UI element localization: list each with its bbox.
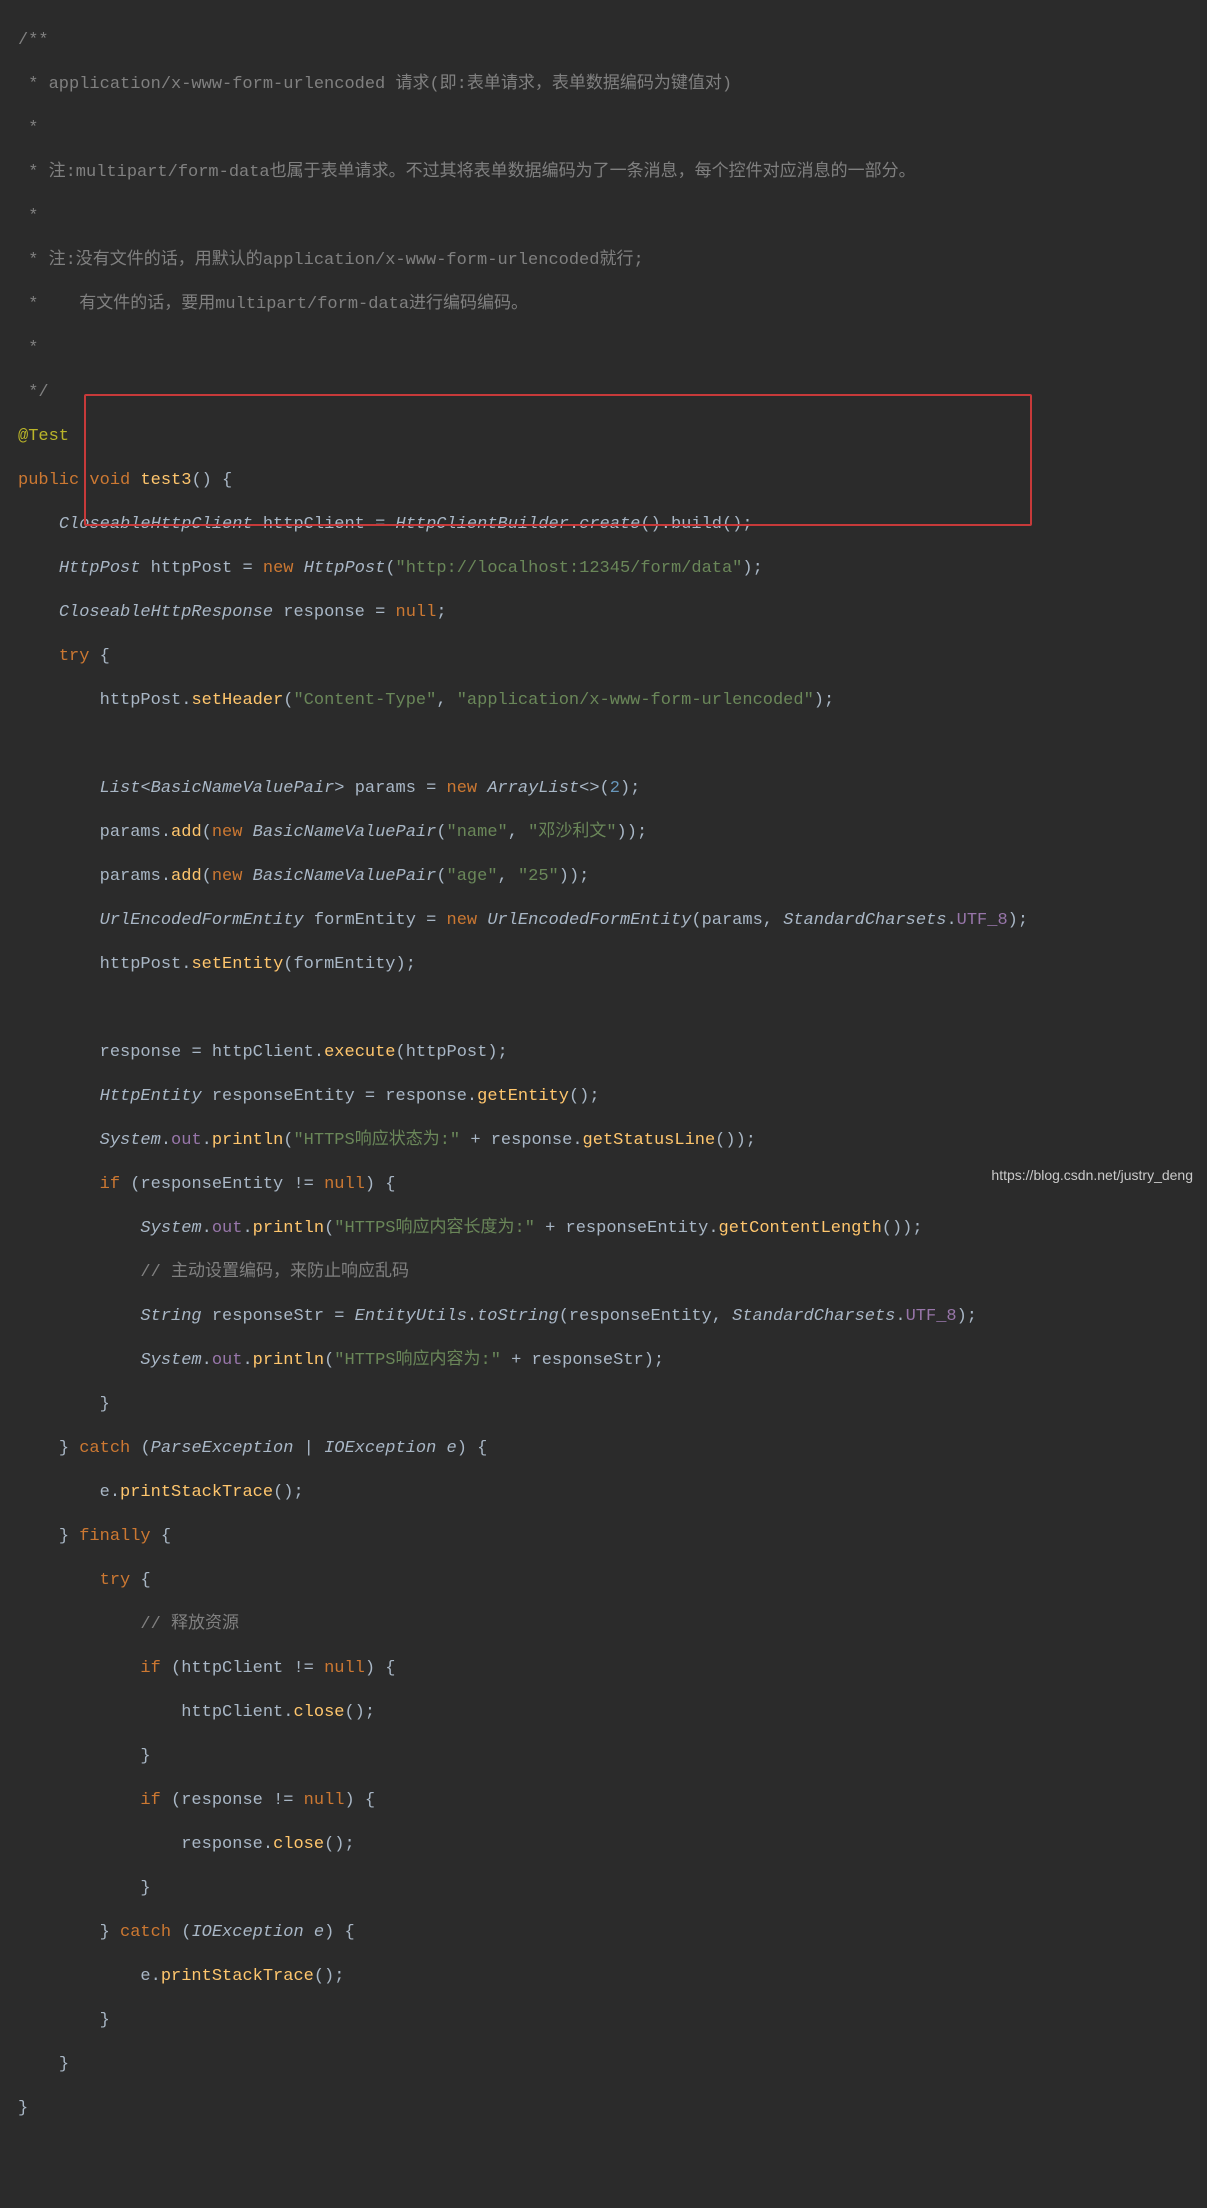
comment-line: * 注:没有文件的话，用默认的application/x-www-form-ur… [18, 250, 1207, 272]
watermark: https://blog.csdn.net/justry_deng [991, 1164, 1193, 1186]
code-editor: /** * application/x-www-form-urlencoded … [0, 0, 1207, 1196]
comment-line: * [18, 118, 1207, 140]
comment-line: * [18, 206, 1207, 228]
inline-comment: // 释放资源 [140, 1615, 239, 1634]
highlight-box [84, 394, 1032, 526]
comment-line: * 有文件的话，要用multipart/form-data进行编码编码。 [18, 294, 1207, 316]
comment-line: /** [18, 30, 1207, 52]
comment-line: * [18, 338, 1207, 360]
comment-line: * 注:multipart/form-data也属于表单请求。不过其将表单数据编… [18, 162, 1207, 184]
annotation: @Test [18, 427, 69, 446]
inline-comment: // 主动设置编码，来防止响应乱码 [140, 1263, 409, 1282]
comment-line: * application/x-www-form-urlencoded 请求(即… [18, 74, 1207, 96]
